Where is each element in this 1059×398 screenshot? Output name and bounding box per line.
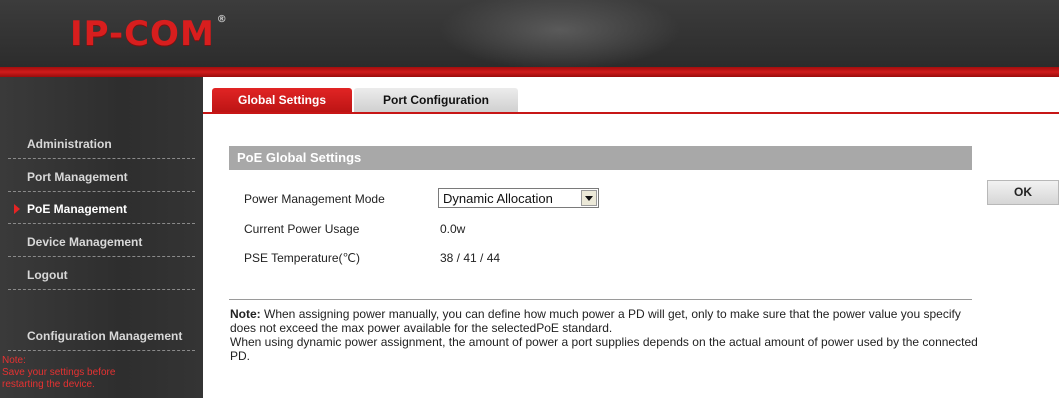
power-mode-label: Power Management Mode — [244, 192, 385, 206]
sidebar-item-administration[interactable]: Administration — [0, 128, 203, 159]
note-text: When using dynamic power assignment, the… — [230, 335, 978, 363]
sidebar-item-configuration-management[interactable]: Configuration Management — [0, 320, 203, 351]
sidebar-item-label: Configuration Management — [27, 329, 183, 343]
power-usage-value: 0.0w — [440, 222, 466, 236]
sidebar-note-line: Save your settings before — [2, 367, 116, 378]
note-divider — [229, 299, 972, 300]
chevron-down-icon[interactable] — [581, 190, 597, 206]
sidebar-item-logout[interactable]: Logout — [0, 259, 203, 290]
sidebar-item-label: Device Management — [27, 235, 143, 249]
sidebar-item-label: Administration — [27, 137, 112, 151]
sidebar-separator — [8, 256, 195, 257]
power-mode-value: Dynamic Allocation — [443, 191, 553, 206]
active-arrow-icon — [14, 204, 20, 214]
sidebar-separator — [8, 223, 195, 224]
sidebar-note-title: Note: — [2, 355, 26, 366]
sidebar: Administration Port Management PoE Manag… — [0, 77, 203, 398]
sidebar-item-poe-management[interactable]: PoE Management — [0, 193, 203, 224]
sidebar-item-label: Port Management — [27, 170, 128, 184]
tab-port-configuration[interactable]: Port Configuration — [354, 88, 518, 112]
ok-button[interactable]: OK — [987, 180, 1059, 205]
sidebar-note: Note: Save your settings before restarti… — [2, 355, 115, 391]
section-title: PoE Global Settings — [229, 146, 972, 170]
sidebar-separator — [8, 158, 195, 159]
brand-logo: IP-COM ® — [70, 14, 228, 54]
note-text: When assigning power manually, you can d… — [230, 307, 961, 335]
sidebar-item-port-management[interactable]: Port Management — [0, 161, 203, 192]
sidebar-separator — [8, 350, 195, 351]
sidebar-item-device-management[interactable]: Device Management — [0, 226, 203, 257]
header-red-bar — [0, 67, 1059, 77]
help-note: Note: When assigning power manually, you… — [230, 307, 990, 363]
sidebar-item-label: PoE Management — [27, 202, 128, 216]
tab-underline — [203, 112, 1059, 114]
power-mode-select[interactable]: Dynamic Allocation — [438, 188, 599, 208]
pse-temperature-value: 38 / 41 / 44 — [440, 251, 501, 265]
pse-temperature-label: PSE Temperature(℃) — [244, 251, 360, 265]
note-title: Note: — [230, 307, 261, 321]
sidebar-separator — [8, 289, 195, 290]
power-usage-label: Current Power Usage — [244, 222, 360, 236]
tab-global-settings[interactable]: Global Settings — [212, 88, 352, 112]
sidebar-note-line: restarting the device. — [2, 379, 95, 390]
header-banner: IP-COM ® — [0, 0, 1059, 67]
sidebar-separator — [8, 191, 195, 192]
sidebar-item-label: Logout — [27, 268, 68, 282]
